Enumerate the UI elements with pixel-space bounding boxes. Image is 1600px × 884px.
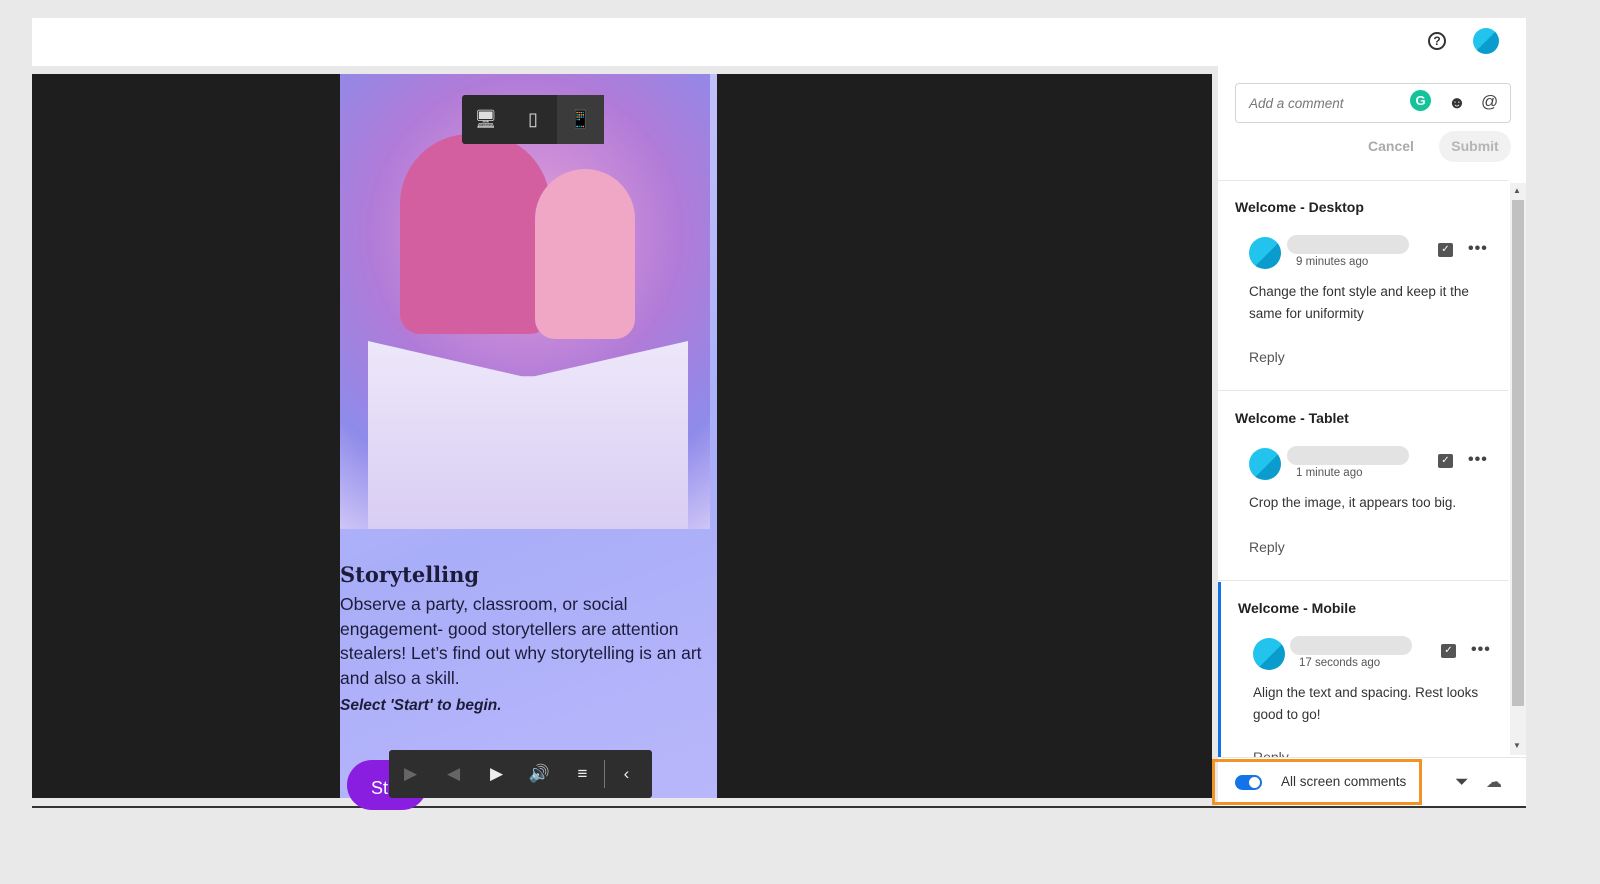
slide-title: Storytelling <box>340 562 480 587</box>
comment-thread: Welcome - Tablet 1 minute ago ✓ ••• Crop… <box>1218 392 1508 581</box>
more-options-icon[interactable]: ••• <box>1468 451 1488 469</box>
help-icon[interactable]: ? <box>1428 32 1446 50</box>
previous-icon[interactable]: ◀ <box>432 764 475 784</box>
tablet-icon: ▯ <box>528 109 538 129</box>
grammarly-icon[interactable]: G <box>1410 90 1431 111</box>
timestamp: 1 minute ago <box>1296 467 1363 479</box>
scrollbar-thumb[interactable] <box>1512 200 1524 706</box>
comment-placeholder: Add a comment <box>1249 96 1344 111</box>
scroll-up-icon[interactable]: ▲ <box>1513 186 1521 195</box>
slide-body: Observe a party, classroom, or social en… <box>340 594 702 689</box>
father-figure <box>400 134 550 334</box>
play-icon[interactable]: ▶ <box>389 764 432 784</box>
resolve-icon[interactable]: ✓ <box>1441 644 1456 658</box>
thread-title: Welcome - Mobile <box>1238 600 1356 616</box>
reply-link[interactable]: Reply <box>1249 349 1285 365</box>
more-options-icon[interactable]: ••• <box>1471 641 1491 659</box>
volume-icon[interactable]: 🔊 <box>518 764 561 784</box>
top-bar <box>32 18 1526 66</box>
timestamp: 9 minutes ago <box>1296 256 1369 268</box>
comment-thread-active: Welcome - Mobile 17 seconds ago ✓ ••• Al… <box>1218 582 1508 757</box>
divider <box>32 806 1526 808</box>
filter-icon[interactable]: ⏷ <box>1455 772 1469 792</box>
avatar[interactable] <box>1473 28 1499 54</box>
submit-button[interactable]: Submit <box>1439 131 1511 162</box>
thread-title: Welcome - Desktop <box>1235 199 1364 215</box>
comment-text: Align the text and spacing. Rest looks g… <box>1253 685 1479 722</box>
cancel-button[interactable]: Cancel <box>1368 138 1414 154</box>
cloud-icon[interactable]: ☁ <box>1486 772 1502 792</box>
author-name-redacted <box>1287 235 1409 254</box>
mobile-view-button[interactable]: 📱 <box>556 95 604 144</box>
tablet-view-button[interactable]: ▯ <box>509 95 556 144</box>
collapse-icon[interactable]: ‹ <box>605 764 648 784</box>
resolve-icon[interactable]: ✓ <box>1438 243 1453 257</box>
desktop-icon: 🖥 <box>474 109 498 129</box>
avatar <box>1249 237 1281 269</box>
thread-title: Welcome - Tablet <box>1235 410 1349 426</box>
more-options-icon[interactable]: ••• <box>1468 240 1488 258</box>
scroll-down-icon[interactable]: ▼ <box>1513 741 1521 750</box>
reply-link[interactable]: Reply <box>1253 749 1289 757</box>
comment-text: Crop the image, it appears too big. <box>1249 495 1457 510</box>
slide-instruction: Select 'Start' to begin. <box>340 697 502 714</box>
device-toolbar: 🖥 ▯ 📱 <box>462 95 604 144</box>
reply-link[interactable]: Reply <box>1249 539 1285 555</box>
playback-bar: ▶ ◀ ▶ 🔊 ≡ ‹ <box>389 750 652 798</box>
avatar <box>1253 638 1285 670</box>
comment-input[interactable]: Add a comment <box>1235 83 1511 123</box>
desktop-view-button[interactable]: 🖥 <box>462 95 509 144</box>
comment-thread: Welcome - Desktop 9 minutes ago ✓ ••• Ch… <box>1218 181 1508 391</box>
resolve-icon[interactable]: ✓ <box>1438 454 1453 468</box>
toggle-label: All screen comments <box>1281 774 1407 789</box>
girl-figure <box>535 169 635 339</box>
emoji-icon[interactable]: ☻ <box>1448 93 1466 113</box>
author-name-redacted <box>1287 446 1409 465</box>
avatar <box>1249 448 1281 480</box>
all-screen-comments-toggle[interactable] <box>1235 775 1262 790</box>
comment-text: Change the font style and keep it the sa… <box>1249 284 1469 321</box>
next-icon[interactable]: ▶ <box>475 764 518 784</box>
timestamp: 17 seconds ago <box>1299 657 1381 669</box>
mobile-rotate-icon: 📱 <box>569 109 592 129</box>
menu-icon[interactable]: ≡ <box>561 764 604 784</box>
author-name-redacted <box>1290 636 1412 655</box>
mention-icon[interactable]: @ <box>1481 92 1498 112</box>
